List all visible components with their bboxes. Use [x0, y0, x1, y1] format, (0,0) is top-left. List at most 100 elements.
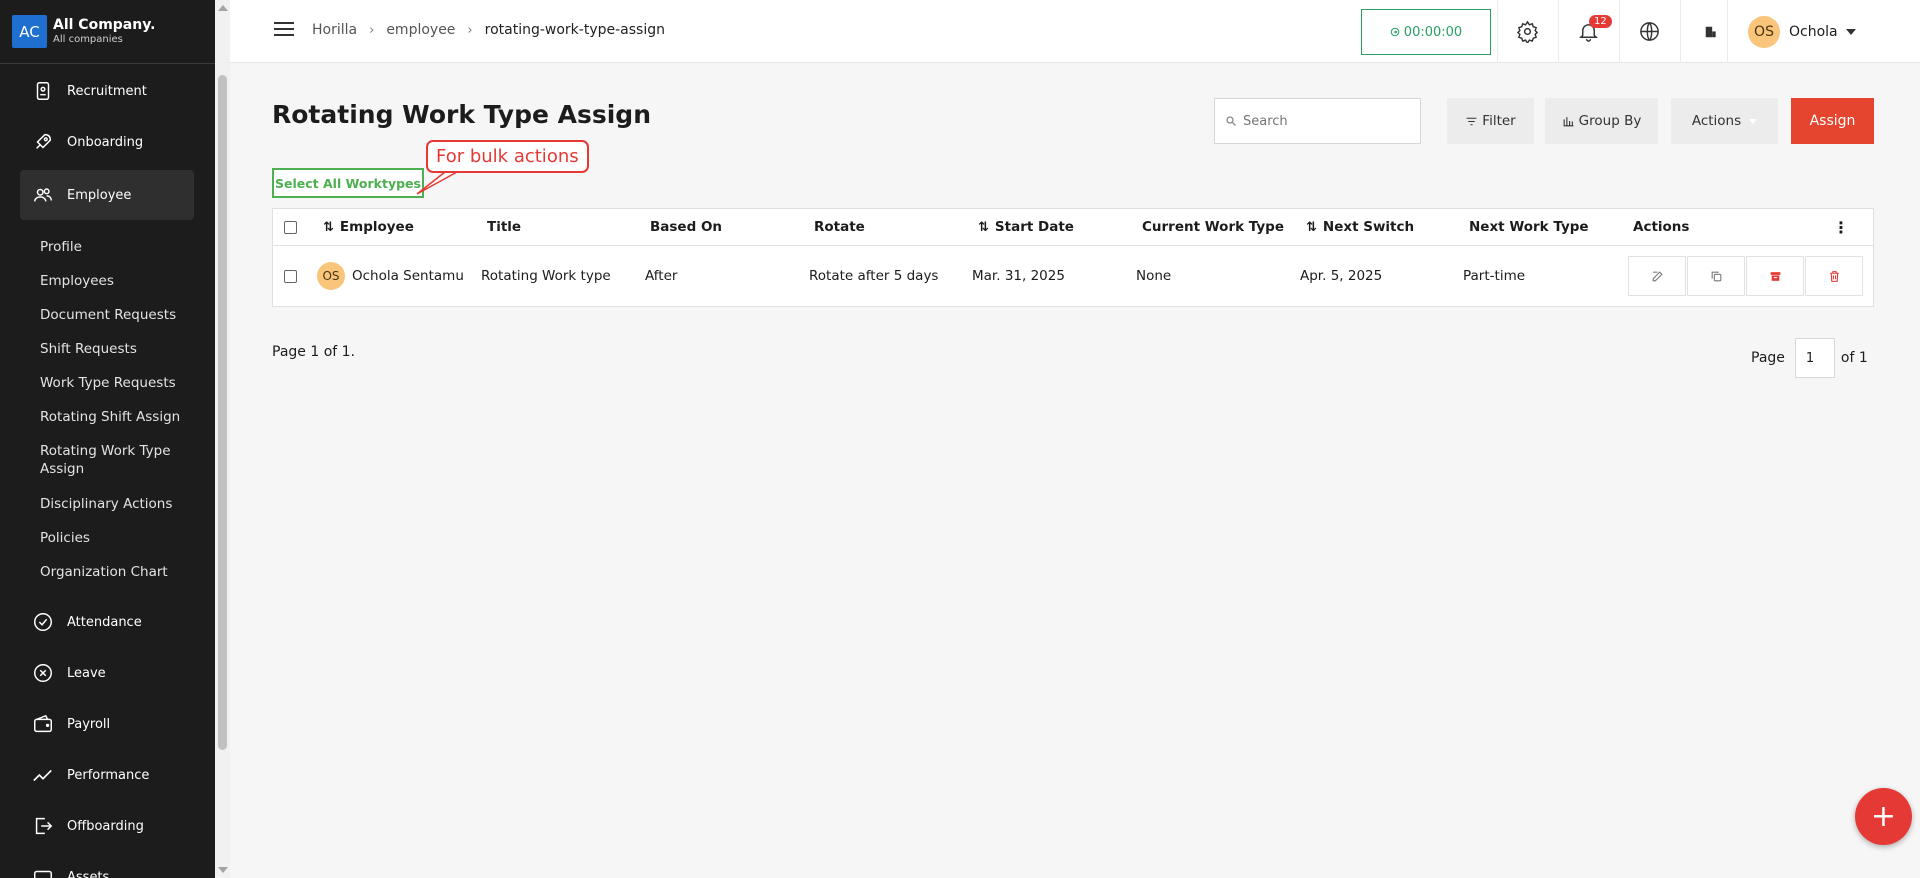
cell-rotate: Rotate after 5 days — [809, 268, 939, 284]
sidebar-item-attendance[interactable]: Attendance — [20, 597, 194, 647]
column-options-icon[interactable]: ⋮ — [1833, 218, 1849, 237]
annotation-pointer — [416, 171, 458, 195]
edit-button[interactable] — [1628, 256, 1686, 296]
cell-start-date: Mar. 31, 2025 — [972, 268, 1065, 284]
sidebar-item-leave[interactable]: Leave — [20, 648, 194, 698]
page-title: Rotating Work Type Assign — [272, 100, 651, 129]
select-all-checkbox[interactable] — [284, 220, 297, 234]
x-circle-icon — [34, 664, 52, 682]
sort-icon[interactable]: ⇅ — [1306, 220, 1317, 235]
sidebar-sub-organization-chart[interactable]: Organization Chart — [40, 563, 190, 581]
sort-icon[interactable]: ⇅ — [978, 220, 989, 235]
sidebar-sub-employees[interactable]: Employees — [40, 272, 190, 290]
sidebar-item-label: Recruitment — [67, 83, 147, 99]
sidebar-sub-policies[interactable]: Policies — [40, 529, 190, 547]
sidebar-scrollbar[interactable] — [215, 0, 230, 878]
column-current-work-type: Current Work Type — [1142, 219, 1285, 235]
column-rotate: Rotate — [814, 219, 865, 235]
column-title: Title — [487, 219, 522, 235]
column-actions: Actions — [1633, 219, 1690, 235]
assign-button[interactable]: Assign — [1791, 98, 1874, 144]
exit-icon — [35, 817, 53, 835]
sidebar-sub-shift-requests[interactable]: Shift Requests — [40, 340, 190, 358]
sidebar-sub-disciplinary-actions[interactable]: Disciplinary Actions — [40, 495, 190, 513]
recruitment-icon — [36, 82, 50, 100]
globe-icon — [1640, 22, 1659, 41]
sidebar-item-recruitment[interactable]: Recruitment — [20, 66, 194, 116]
pagination: Page 1 of 1 — [1751, 338, 1868, 378]
breadcrumb: Horilla › employee › rotating-work-type-… — [312, 22, 665, 38]
page-label: Page — [1751, 350, 1785, 366]
sidebar-item-payroll[interactable]: Payroll — [20, 699, 194, 749]
sidebar-item-label: Assets — [67, 869, 110, 878]
add-floating-button[interactable]: + — [1855, 788, 1912, 845]
select-all-worktypes-button[interactable]: Select All Worktypes — [272, 168, 424, 198]
company-switcher[interactable]: AC All Company. All companies — [0, 0, 215, 64]
scrollbar-thumb[interactable] — [218, 75, 227, 750]
trend-icon — [33, 769, 52, 782]
chevron-right-icon: › — [369, 22, 375, 38]
search-input[interactable] — [1243, 113, 1413, 129]
sort-icon[interactable]: ⇅ — [323, 220, 334, 235]
archive-button[interactable] — [1746, 256, 1804, 296]
chevron-right-icon: › — [467, 22, 473, 38]
actions-dropdown-button[interactable]: Actions — [1671, 98, 1778, 144]
sidebar-item-offboarding[interactable]: Offboarding — [20, 801, 194, 851]
sidebar-item-label: Performance — [67, 767, 150, 783]
assets-icon — [34, 870, 52, 878]
sidebar-sub-rotating-work-type-assign[interactable]: Rotating Work Type Assign — [40, 442, 190, 478]
breadcrumb-home[interactable]: Horilla — [312, 22, 357, 38]
column-start-date[interactable]: Start Date — [995, 219, 1074, 235]
notifications-button[interactable]: 12 — [1558, 0, 1618, 63]
clock-in-icon — [1390, 27, 1400, 37]
notification-badge: 12 — [1589, 15, 1612, 28]
actions-label: Actions — [1691, 113, 1742, 129]
sidebar-item-label: Employee — [67, 187, 132, 203]
search-box[interactable] — [1214, 98, 1421, 144]
column-employee[interactable]: Employee — [340, 219, 414, 235]
sidebar-sub-document-requests[interactable]: Document Requests — [40, 306, 190, 324]
sidebar-item-label: Offboarding — [67, 818, 144, 834]
table-row[interactable]: OS Ochola Sentamu Rotating Work type Aft… — [273, 246, 1873, 306]
row-checkbox[interactable] — [284, 269, 297, 283]
cell-next-work-type: Part-time — [1463, 268, 1526, 284]
scroll-up-arrow-icon[interactable] — [218, 5, 228, 11]
sidebar-sub-profile[interactable]: Profile — [40, 238, 190, 256]
cell-current-work-type: None — [1136, 268, 1172, 284]
building-icon — [1705, 26, 1716, 37]
breadcrumb-employee[interactable]: employee — [386, 22, 455, 38]
filter-button[interactable]: Filter — [1447, 98, 1534, 144]
sidebar: AC All Company. All companies Recruitmen… — [0, 0, 215, 878]
page-number-input[interactable]: 1 — [1794, 338, 1835, 378]
company-name: All Company. — [53, 17, 156, 34]
user-name: Ochola — [1789, 23, 1838, 40]
wallet-icon — [34, 714, 52, 733]
menu-toggle-icon[interactable] — [274, 22, 294, 40]
group-by-button[interactable]: Group By — [1545, 98, 1658, 144]
sidebar-item-onboarding[interactable]: Onboarding — [20, 117, 194, 167]
rotating-work-type-table: ⇅ Employee Title Based On Rotate ⇅ Start D… — [272, 208, 1874, 307]
archive-icon — [1770, 271, 1780, 281]
sidebar-item-label: Leave — [67, 665, 106, 681]
group-by-icon — [1563, 116, 1574, 126]
table-header: ⇅ Employee Title Based On Rotate ⇅ Start D… — [273, 209, 1873, 246]
caret-down-icon — [1845, 28, 1856, 35]
user-menu[interactable]: OS Ochola — [1727, 0, 1877, 63]
language-button[interactable] — [1619, 0, 1679, 63]
sidebar-sub-rotating-shift-assign[interactable]: Rotating Shift Assign — [40, 408, 190, 426]
sidebar-sub-work-type-requests[interactable]: Work Type Requests — [40, 374, 190, 392]
sidebar-item-performance[interactable]: Performance — [20, 750, 194, 800]
scroll-down-arrow-icon[interactable] — [218, 867, 228, 873]
settings-button[interactable] — [1497, 0, 1557, 63]
delete-button[interactable] — [1805, 256, 1863, 296]
caret-down-icon — [1749, 118, 1758, 124]
group-by-label: Group By — [1578, 113, 1642, 129]
column-next-switch[interactable]: Next Switch — [1323, 219, 1414, 235]
cell-employee: Ochola Sentamu — [352, 268, 464, 284]
sidebar-item-employee[interactable]: Employee — [20, 170, 194, 220]
clock-in-timer-button[interactable]: 00:00:00 — [1361, 9, 1491, 55]
rocket-icon — [36, 133, 52, 149]
sidebar-item-assets[interactable]: Assets — [20, 852, 194, 878]
bulk-actions-annotation: For bulk actions — [426, 140, 589, 173]
duplicate-button[interactable] — [1687, 256, 1745, 296]
